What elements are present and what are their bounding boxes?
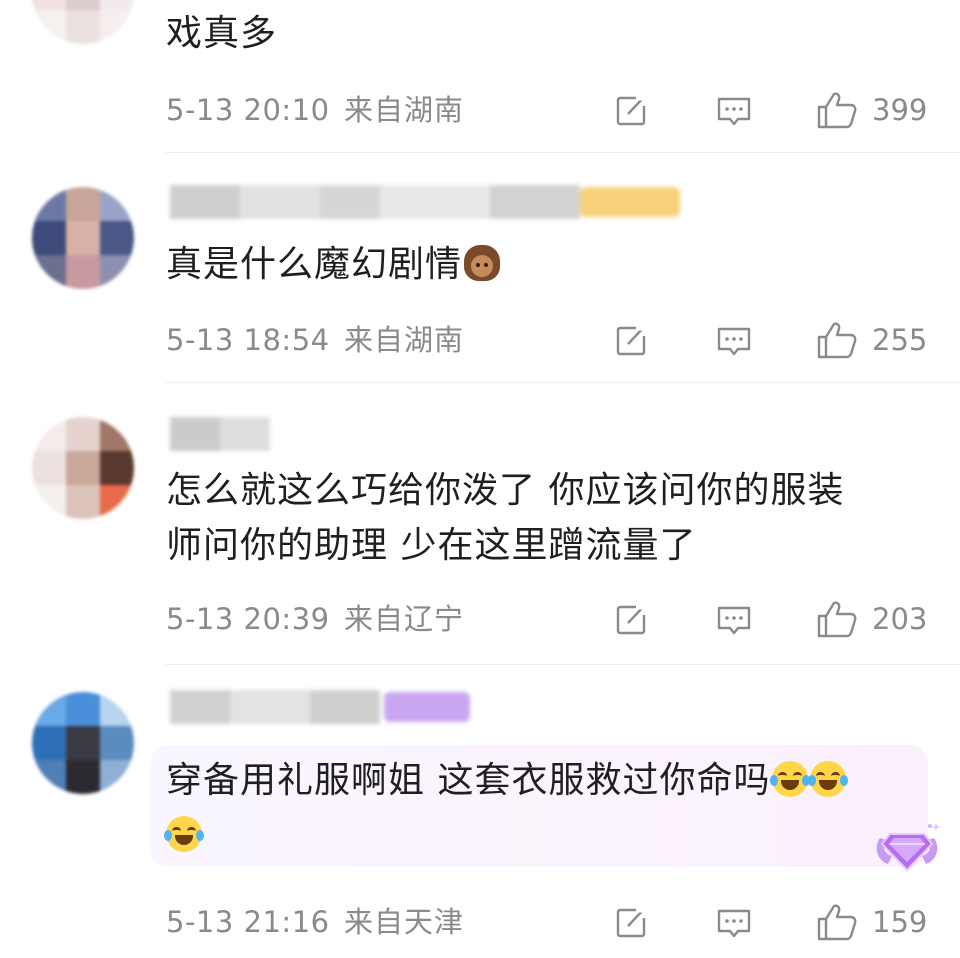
comment-text: 怎么就这么巧给你泼了 你应该问你的服装 师问你的助理 少在这里蹭流量了 (166, 463, 920, 573)
comment-bubble-icon[interactable] (716, 92, 752, 128)
like-count: 159 (872, 905, 928, 939)
comment-text: 戏真多 (166, 13, 278, 54)
comment-text-content: 真是什么魔幻剧情 (166, 244, 463, 285)
laugh-cry-emoji-icon (164, 816, 204, 852)
comment-location: 来自天津 (344, 905, 465, 939)
username[interactable] (170, 185, 680, 219)
comment-time: 5-13 18:54 (166, 323, 330, 357)
divider (166, 664, 960, 665)
thumbs-up-icon[interactable] (816, 90, 858, 130)
comment-time: 5-13 20:10 (166, 93, 330, 127)
laugh-cry-emoji-icon (808, 761, 849, 797)
thumbs-up-icon[interactable] (816, 320, 858, 360)
share-edit-icon[interactable] (614, 904, 650, 940)
username[interactable] (170, 417, 270, 451)
like-count: 255 (872, 323, 928, 357)
comment-meta: 5-13 18:54 来自湖南 255 (166, 320, 946, 360)
username[interactable] (170, 690, 470, 724)
comment-item: 怎么就这么巧给你泼了 你应该问你的服装 师问你的助理 少在这里蹭流量了 5-13… (0, 383, 960, 665)
thumbs-up-icon[interactable] (816, 902, 858, 942)
comment-location: 来自湖南 (344, 93, 465, 127)
comment-text: 穿备用礼服啊姐 这套衣服救过你命吗 (164, 753, 910, 863)
like-count: 399 (872, 93, 928, 127)
comment-meta: 5-13 20:10 来自湖南 399 (166, 90, 946, 130)
share-edit-icon[interactable] (614, 601, 650, 637)
comment-text-line: 怎么就这么巧给你泼了 你应该问你的服装 (166, 470, 845, 511)
avatar[interactable] (32, 0, 134, 44)
avatar[interactable] (32, 692, 134, 794)
comment-meta: 5-13 20:39 来自辽宁 203 (166, 599, 946, 639)
comment-bubble-icon[interactable] (716, 601, 752, 637)
thumbs-up-icon[interactable] (816, 599, 858, 639)
purple-gem-badge-icon (876, 822, 941, 872)
share-edit-icon[interactable] (614, 322, 650, 358)
laugh-cry-emoji-icon (770, 761, 811, 797)
comment-location: 来自辽宁 (344, 602, 465, 636)
avatar[interactable] (32, 187, 134, 289)
like-count: 203 (872, 602, 928, 636)
user-badge (580, 187, 680, 217)
share-edit-icon[interactable] (614, 92, 650, 128)
girl-emoji-icon (464, 245, 501, 281)
comment-item: 真是什么魔幻剧情 5-13 18:54 来自湖南 255 (0, 153, 960, 383)
comment-time: 5-13 21:16 (166, 905, 330, 939)
user-badge (384, 692, 470, 722)
comment-text-content: 穿备用礼服啊姐 这套衣服救过你命吗 (166, 760, 771, 801)
comment-text-line: 师问你的助理 少在这里蹭流量了 (166, 525, 697, 566)
highlighted-comment-background (150, 745, 928, 867)
comment-text: 真是什么魔幻剧情 (166, 237, 920, 292)
comment-bubble-icon[interactable] (716, 322, 752, 358)
comment-item: 戏真多 5-13 20:10 来自湖南 399 (0, 0, 960, 153)
comment-location: 来自湖南 (344, 323, 465, 357)
comment-time: 5-13 20:39 (166, 602, 330, 636)
comment-bubble-icon[interactable] (716, 904, 752, 940)
comment-meta: 5-13 21:16 来自天津 159 (166, 902, 946, 942)
avatar[interactable] (32, 417, 134, 519)
